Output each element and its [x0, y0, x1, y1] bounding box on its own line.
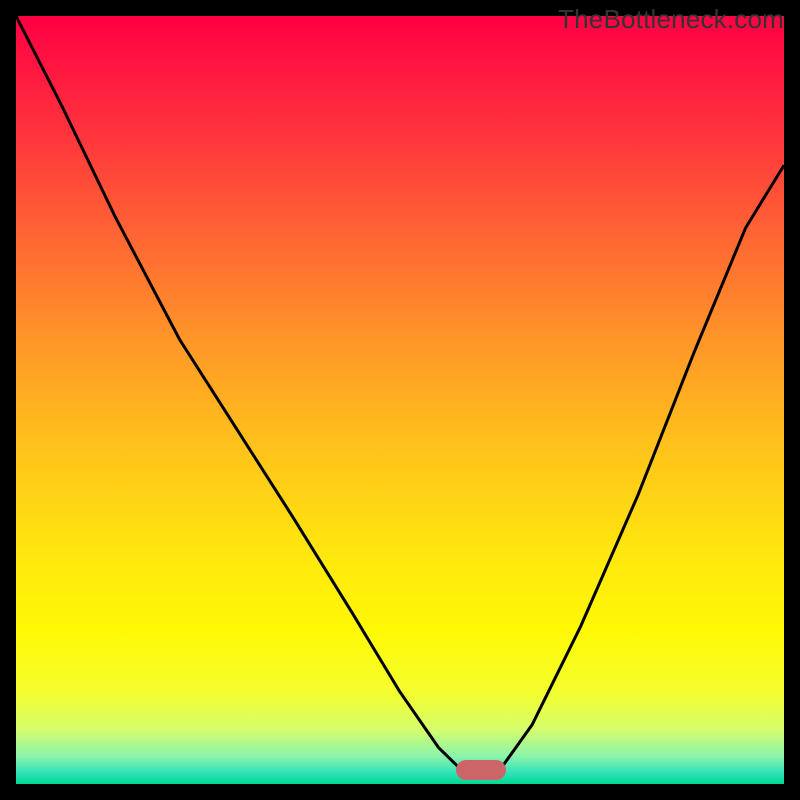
- chart-svg: [16, 16, 784, 784]
- plot-area: [16, 16, 784, 784]
- optimal-marker: [456, 760, 506, 780]
- chart-container: TheBottleneck.com: [0, 0, 800, 800]
- gradient-bg: [16, 16, 784, 784]
- watermark-text: TheBottleneck.com: [558, 4, 784, 35]
